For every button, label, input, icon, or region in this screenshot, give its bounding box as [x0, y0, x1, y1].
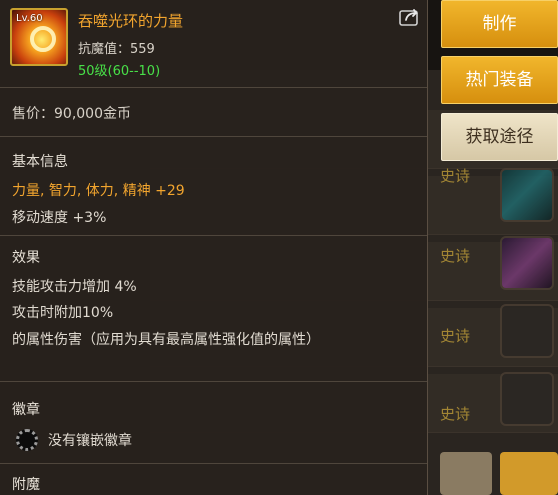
rarity-label: 史诗 — [440, 327, 471, 345]
divider — [0, 381, 427, 382]
effect-line: 技能攻击力增加 4% — [12, 279, 137, 295]
divider — [0, 136, 427, 137]
section-title-emblem: 徽章 — [12, 402, 40, 418]
effect-line: 攻击时附加10% — [12, 305, 114, 321]
rarity-label: 史诗 — [440, 405, 471, 423]
emblem-slot-icon — [16, 429, 38, 451]
equipment-thumbnail[interactable] — [500, 236, 554, 290]
item-name: 吞噬光环的力量 — [78, 12, 184, 30]
equipment-thumbnail[interactable] — [500, 304, 554, 358]
section-title-effect: 效果 — [12, 250, 40, 266]
obtain-source-button[interactable]: 获取途径 — [441, 113, 558, 161]
emblem-empty-text: 没有镶嵌徽章 — [48, 433, 132, 449]
rarity-label: 史诗 — [440, 247, 471, 265]
primary-stats: 力量, 智力, 体力, 精神 +29 — [12, 183, 185, 199]
sell-price: 售价：90,000金币 — [12, 106, 131, 122]
resist-value: 抗魔值：559 — [78, 42, 155, 57]
item-tooltip: Lv.60 吞噬光环的力量 抗魔值：559 50级(60--10) 售价：90,… — [0, 0, 428, 495]
level-range: 50级(60--10) — [78, 64, 161, 79]
move-speed: 移动速度 +3% — [12, 210, 107, 226]
rarity-label: 史诗 — [440, 167, 471, 185]
craft-button[interactable]: 制作 — [441, 0, 558, 48]
section-title-basic-info: 基本信息 — [12, 154, 68, 170]
equipment-thumbnail[interactable] — [500, 372, 554, 426]
divider — [0, 87, 427, 88]
bottom-card[interactable] — [440, 452, 492, 495]
hot-gear-button[interactable]: 热门装备 — [441, 56, 558, 104]
item-level-badge: Lv.60 — [16, 13, 43, 24]
aura-ring-icon: Lv.60 — [10, 8, 68, 66]
share-icon[interactable] — [399, 8, 421, 26]
bottom-card[interactable] — [500, 452, 558, 495]
section-title-enchant: 附魔 — [12, 477, 40, 493]
effect-line: 的属性伤害（应用为具有最高属性强化值的属性） — [12, 332, 320, 348]
divider — [0, 463, 427, 464]
divider — [0, 235, 427, 236]
equipment-thumbnail[interactable] — [500, 168, 554, 222]
